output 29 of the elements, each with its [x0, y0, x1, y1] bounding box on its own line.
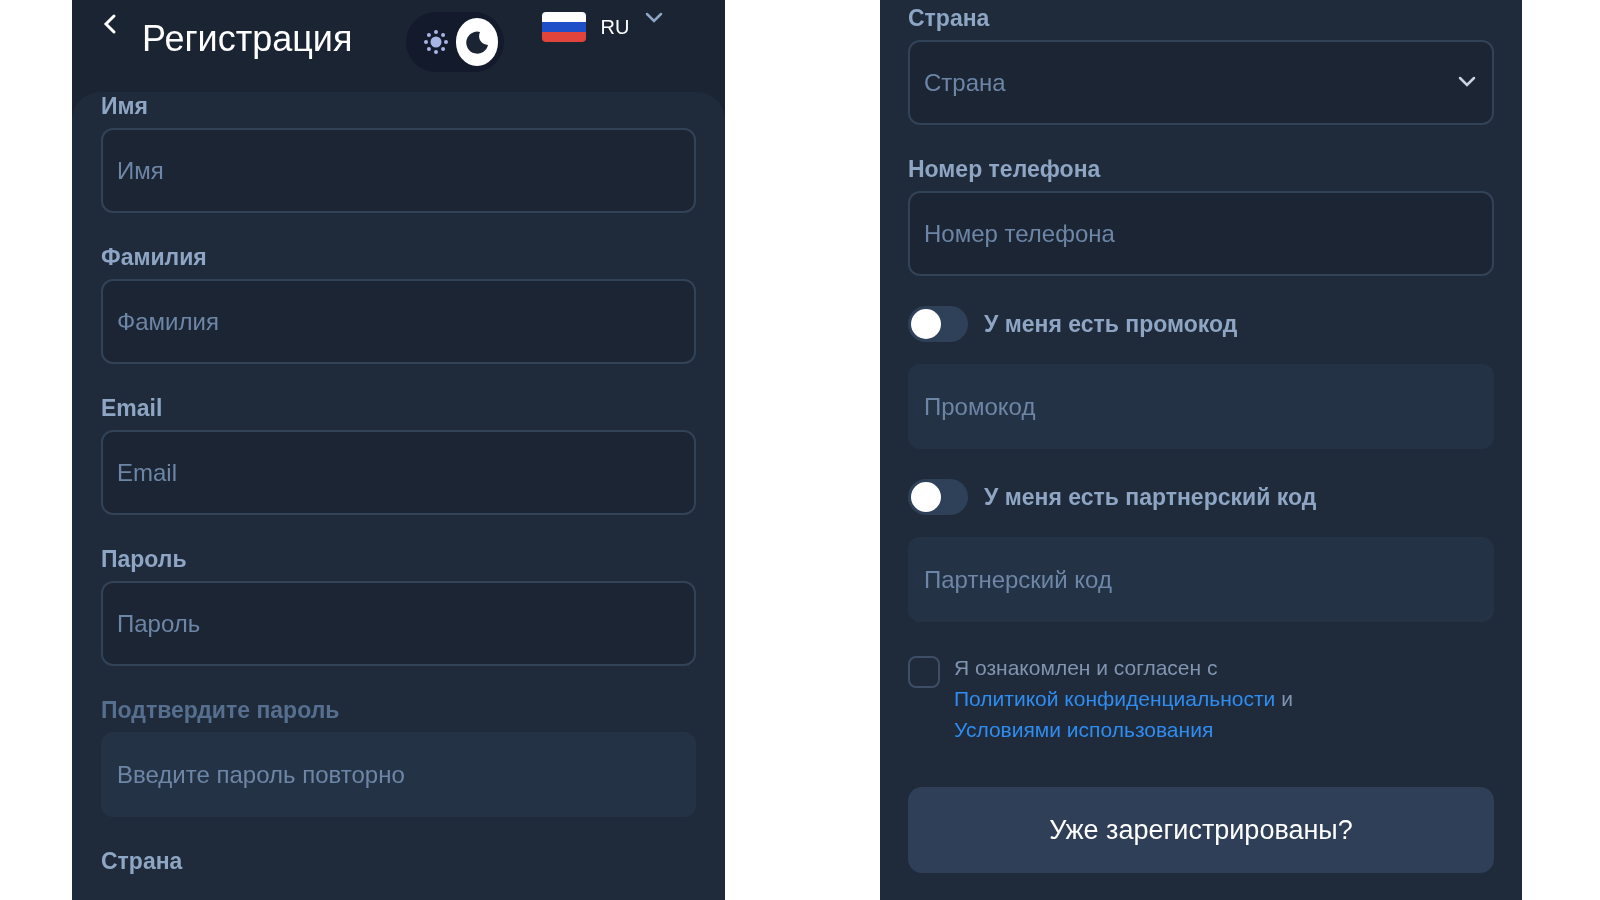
- input-field[interactable]: Номер телефона: [908, 191, 1494, 276]
- field-label: Фамилия: [101, 243, 208, 271]
- toggle-label: У меня есть промокод: [984, 309, 1238, 339]
- field-label: Подтвердите пароль: [101, 696, 341, 724]
- terms-link[interactable]: Условиями использования: [954, 718, 1214, 741]
- toggle-label: У меня есть партнерский код: [984, 482, 1317, 512]
- privacy-policy-link[interactable]: Политикой конфиденциальности: [954, 687, 1276, 710]
- screen-title: Регистрация: [142, 17, 353, 61]
- chevron-down-icon[interactable]: [645, 12, 664, 24]
- field-label: Пароль: [101, 545, 188, 573]
- input-field[interactable]: Фамилия: [101, 279, 696, 364]
- checkbox[interactable]: [908, 656, 940, 688]
- moon-icon[interactable]: [455, 18, 499, 66]
- login-button[interactable]: Уже зарегистрированы?: [908, 787, 1494, 873]
- input-field[interactable]: Email: [101, 430, 696, 515]
- input-field[interactable]: Пароль: [101, 581, 696, 666]
- toggle-switch[interactable]: [908, 306, 968, 342]
- language-code[interactable]: RU: [600, 12, 630, 42]
- toggle-switch[interactable]: [908, 479, 968, 515]
- field-label: Email: [101, 394, 164, 422]
- flag-icon[interactable]: [542, 12, 587, 42]
- consent-text: Я ознакомлен и согласен с Политикой конфиденциальности и Условиями использования: [954, 655, 1294, 743]
- field-label: Номер телефона: [908, 155, 1102, 183]
- chevron-down-icon[interactable]: [1458, 76, 1476, 88]
- input-field[interactable]: Имя: [101, 128, 696, 213]
- field-label: Имя: [101, 92, 149, 120]
- field-label: Страна: [101, 847, 184, 875]
- field-label: Страна: [908, 4, 991, 32]
- country-select[interactable]: Страна: [908, 40, 1494, 125]
